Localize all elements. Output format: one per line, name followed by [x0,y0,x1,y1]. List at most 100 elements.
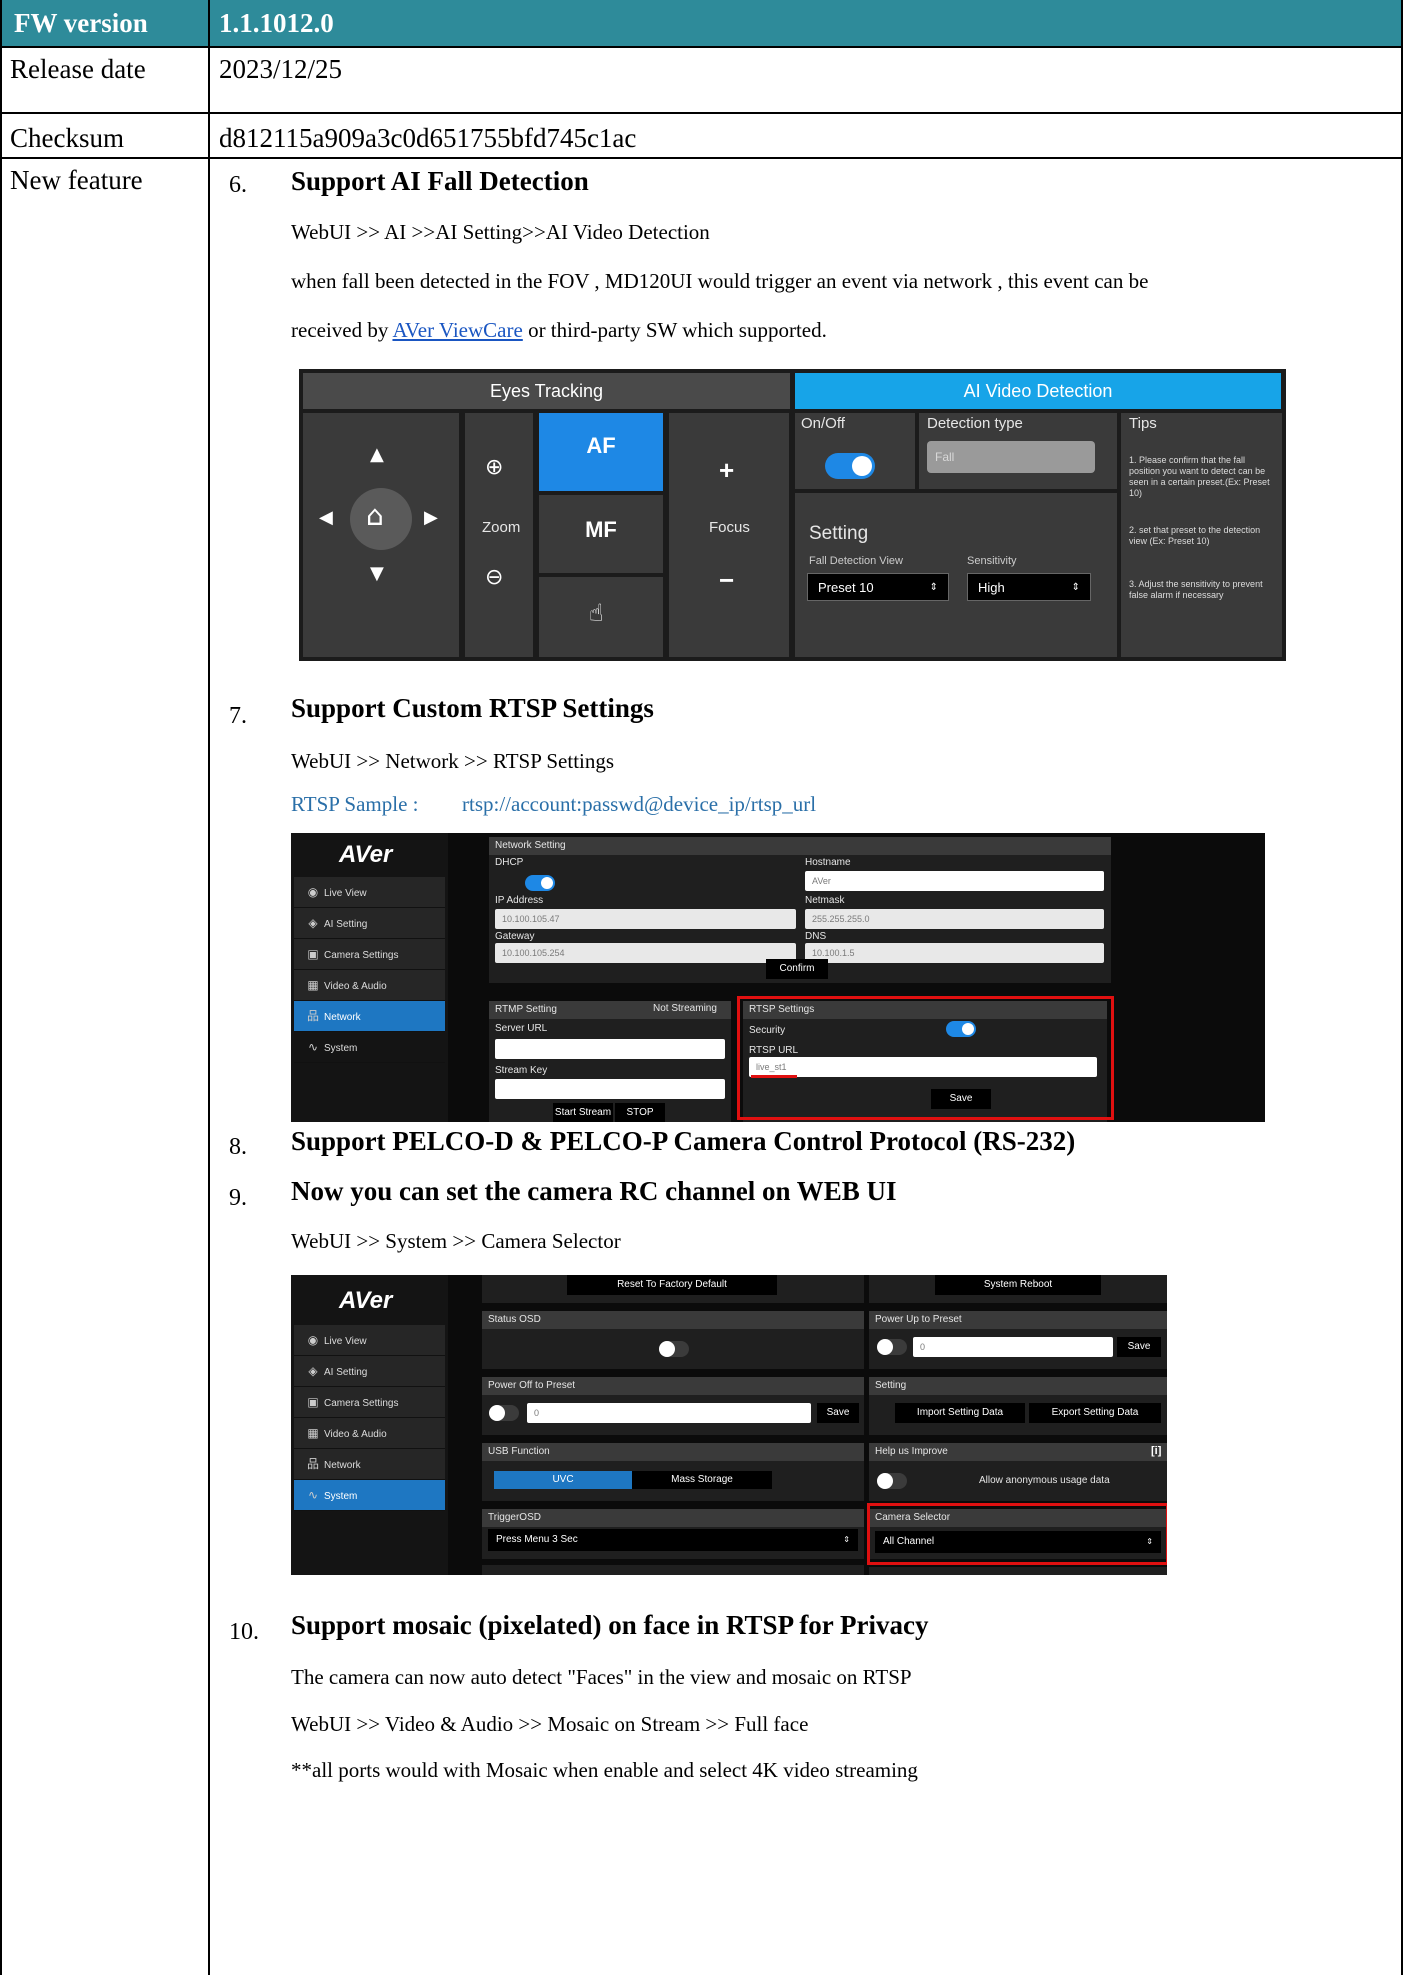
feature-text: received by AVer ViewCare or third-party… [291,318,827,343]
status-osd-toggle[interactable] [659,1341,689,1357]
row-divider [0,157,1403,159]
hostname-label: Hostname [805,857,851,868]
touch-focus-icon[interactable]: ☝ [589,599,604,627]
reset-factory-button[interactable]: Reset To Factory Default [567,1275,777,1295]
stop-button[interactable]: STOP [615,1103,665,1122]
start-stream-button[interactable]: Start Stream [553,1103,613,1122]
feature-number: 9. [229,1185,247,1211]
sidebar-item-label: Network [324,1012,361,1023]
feature-number: 7. [229,703,247,729]
zoom-out-icon[interactable]: ⊖ [485,565,503,590]
change-cable-panel [869,1567,1167,1575]
feature-text: WebUI >> AI >>AI Setting>>AI Video Detec… [291,220,710,244]
confirm-button[interactable]: Confirm [766,959,828,979]
feature-title: Support PELCO-D & PELCO-P Camera Control… [291,1126,1076,1156]
power-off-save-button[interactable]: Save [817,1403,859,1423]
sidebar-item-live-view[interactable]: ◉ Live View [294,1325,445,1356]
sidebar-item-label: Video & Audio [324,1429,387,1440]
aver-logo: AVer [339,1287,393,1314]
uvc-option[interactable]: UVC [494,1471,632,1489]
select-value: Press Menu 3 Sec [496,1534,578,1545]
sensitivity-select[interactable]: High ⇕ [967,573,1091,601]
sidebar-item-ai-setting[interactable]: ◈ AI Setting [294,1356,445,1387]
tip-3: 3. Adjust the sensitivity to prevent fal… [1129,579,1263,600]
setting-title: Setting [809,523,869,544]
aver-viewcare-link[interactable]: AVer ViewCare [392,318,522,342]
usage-data-toggle[interactable] [877,1473,907,1489]
feature-text: WebUI >> Video & Audio >> Mosaic on Stre… [291,1712,809,1736]
fall-detection-toggle[interactable] [825,453,875,479]
power-up-input[interactable]: 0 [913,1337,1113,1357]
stream-key-input[interactable] [495,1079,725,1099]
sidebar-item-camera-settings[interactable]: ▣ Camera Settings [294,1387,445,1418]
help-icon[interactable]: [i] [1151,1445,1161,1457]
mass-storage-option[interactable]: Mass Storage [632,1471,772,1489]
fall-view-label: Fall Detection View [809,555,903,567]
panel-header: Network Setting [489,837,1111,855]
focus-plus-icon[interactable]: + [719,455,734,486]
sidebar-item-video-audio[interactable]: ▦ Video & Audio [294,970,445,1001]
allow-usage-label: Allow anonymous usage data [979,1475,1110,1486]
eye-icon: ◉ [307,1333,319,1347]
sidebar-item-network[interactable]: 品 Network [294,1449,445,1480]
focus-minus-icon[interactable]: − [719,565,734,596]
not-streaming-status: Not Streaming [653,1003,717,1014]
power-up-save-button[interactable]: Save [1117,1337,1161,1357]
sidebar-item-ai-setting[interactable]: ◈ AI Setting [294,908,445,939]
network-icon: 品 [306,1457,319,1471]
sidebar-item-network[interactable]: 品 Network [294,1001,445,1032]
gateway-input[interactable]: 10.100.105.254 [495,943,796,963]
dhcp-label: DHCP [495,857,524,868]
system-icon: ∿ [307,1040,319,1054]
sidebar-item-label: Network [324,1460,361,1471]
panel-header: Power Off to Preset [482,1377,864,1395]
export-setting-button[interactable]: Export Setting Data [1029,1403,1161,1423]
detection-type-select[interactable]: Fall [927,441,1095,473]
tab-eyes-tracking[interactable]: Eyes Tracking [303,373,790,409]
sidebar-item-live-view[interactable]: ◉ Live View [294,877,445,908]
fw-version-label: FW version [14,8,148,38]
dhcp-toggle[interactable] [525,875,555,891]
power-off-toggle[interactable] [489,1405,519,1421]
netmask-input[interactable]: 255.255.255.0 [805,909,1104,929]
network-icon: 品 [306,1009,319,1023]
panel-header: Setting [869,1377,1167,1395]
aver-logo: AVer [339,841,393,868]
sidebar-item-system[interactable]: ∿ System [294,1032,445,1063]
af-label: AF [586,433,616,458]
zoom-in-icon[interactable]: ⊕ [485,455,503,480]
tab-ai-video-detection[interactable]: AI Video Detection [795,373,1281,409]
sensitivity-value: High [978,580,1005,595]
sidebar-item-camera-settings[interactable]: ▣ Camera Settings [294,939,445,970]
network-settings-screenshot: AVer ◉ Live View ◈ AI Setting ▣ Camera Sett… [291,833,1265,1122]
arrow-left-icon[interactable]: ◀ [319,507,333,528]
system-reboot-button[interactable]: System Reboot [935,1275,1101,1295]
dns-input[interactable]: 10.100.1.5 [805,943,1104,963]
ip-address-input[interactable]: 10.100.105.47 [495,909,796,929]
panel-header: Power Up to Preset [869,1311,1167,1329]
system-icon: ∿ [307,1488,319,1502]
sidebar-item-system[interactable]: ∿ System [294,1480,445,1511]
trigger-osd-select[interactable]: Press Menu 3 Sec ⇕ [488,1529,858,1551]
import-setting-button[interactable]: Import Setting Data [895,1403,1025,1423]
preset-select[interactable]: Preset 10 ⇕ [807,573,949,601]
sidebar-item-video-audio[interactable]: ▦ Video & Audio [294,1418,445,1449]
netmask-label: Netmask [805,895,845,906]
hostname-input[interactable]: AVer [805,871,1104,891]
table-column-divider [208,0,210,1975]
sidebar-item-label: System [324,1491,358,1502]
power-off-input[interactable]: 0 [527,1403,811,1423]
server-url-input[interactable] [495,1039,725,1059]
release-date-value: 2023/12/25 [219,54,343,84]
home-icon[interactable]: ⌂ [366,499,384,532]
ip-address-label: IP Address [495,895,544,906]
arrow-down-icon[interactable]: ▼ [370,563,384,584]
arrow-right-icon[interactable]: ▶ [424,507,438,528]
zoom-label: Zoom [482,519,521,536]
row-divider [0,112,1403,114]
arrow-up-icon[interactable]: ▲ [370,444,384,465]
release-notes-document: FW version 1.1.1012.0 Release date 2023/… [0,0,1403,1975]
text-fragment: received by [291,318,393,342]
power-up-toggle[interactable] [877,1339,907,1355]
preset-value: Preset 10 [818,580,874,595]
